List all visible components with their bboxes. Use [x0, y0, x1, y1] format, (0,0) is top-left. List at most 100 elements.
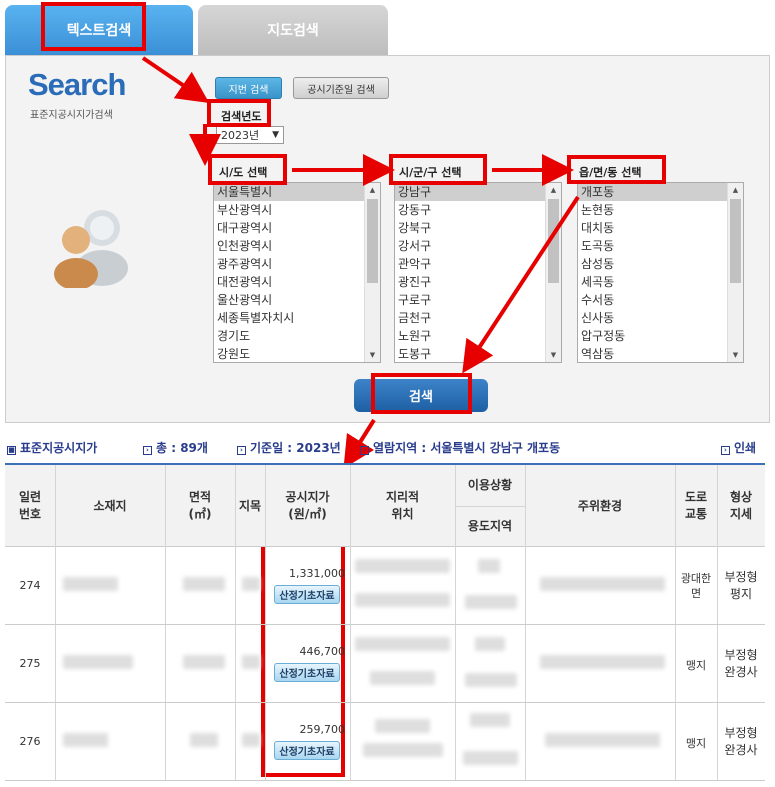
- blurred-geo: [355, 637, 450, 651]
- scroll-thumb[interactable]: [367, 199, 378, 283]
- list-item[interactable]: 광진구: [395, 273, 561, 291]
- year-select-value: 2023년: [221, 129, 260, 142]
- header-shape-line1: 형상: [729, 490, 753, 504]
- cell-shape-line1: 부정형: [724, 570, 758, 584]
- calc-basis-button[interactable]: 산정기초자료: [274, 741, 340, 760]
- list-item[interactable]: 울산광역시: [214, 291, 380, 309]
- blurred-use-zone: [463, 751, 518, 765]
- person-illustration-icon: [54, 210, 128, 288]
- table-row: 276 259,700 산정기초자료 맹지 부정형 완경사: [5, 703, 765, 781]
- header-use-status: 이용상황: [467, 478, 513, 492]
- list-item[interactable]: 논현동: [578, 201, 743, 219]
- list-item[interactable]: 강서구: [395, 237, 561, 255]
- blurred-location: [63, 733, 108, 747]
- list-item[interactable]: 역삼동: [578, 345, 743, 362]
- scroll-thumb[interactable]: [548, 199, 559, 283]
- info-base-date: › 기준일 : 2023년: [237, 439, 341, 456]
- calc-basis-button[interactable]: 산정기초자료: [274, 663, 340, 682]
- header-use-zone: 용도지역: [467, 519, 513, 533]
- blurred-surroundings: [540, 655, 665, 669]
- scroll-up-icon[interactable]: ▲: [365, 183, 380, 197]
- scroll-up-icon[interactable]: ▲: [728, 183, 743, 197]
- sigungu-listbox[interactable]: 강남구 강동구 강북구 강서구 관악구 광진구 구로구 금천구 노원구 도봉구 …: [394, 182, 562, 363]
- list-item[interactable]: 개포동: [578, 183, 743, 201]
- list-item[interactable]: 서울특별시: [214, 183, 380, 201]
- scroll-down-icon[interactable]: ▼: [728, 348, 743, 362]
- list-item[interactable]: 삼성동: [578, 255, 743, 273]
- blurred-category: [242, 577, 260, 591]
- cell-serial: 274: [19, 579, 41, 592]
- list-item[interactable]: 대구광역시: [214, 219, 380, 237]
- cell-road-line2: 면: [690, 587, 702, 600]
- search-logo-subtitle: 표준지공시지가검색: [30, 110, 113, 121]
- cell-road: 맹지: [685, 737, 707, 750]
- scroll-thumb[interactable]: [730, 199, 741, 283]
- list-item[interactable]: 세곡동: [578, 273, 743, 291]
- header-location: 소재지: [93, 498, 127, 513]
- list-item[interactable]: 구로구: [395, 291, 561, 309]
- list-item[interactable]: 수서동: [578, 291, 743, 309]
- lot-number-search-button[interactable]: 지번 검색: [215, 77, 282, 99]
- sido-scrollbar[interactable]: ▲ ▼: [364, 183, 380, 362]
- print-link-text[interactable]: 인쇄: [734, 441, 756, 455]
- list-item[interactable]: 세종특별자치시: [214, 309, 380, 327]
- print-link[interactable]: › 인쇄: [721, 439, 756, 456]
- blurred-surroundings: [540, 577, 665, 591]
- list-item[interactable]: 광주광역시: [214, 255, 380, 273]
- list-item[interactable]: 신사동: [578, 309, 743, 327]
- cell-road: 광대한 면: [675, 571, 717, 601]
- list-item[interactable]: 부산광역시: [214, 201, 380, 219]
- tab-map-search[interactable]: 지도검색: [198, 5, 388, 55]
- scroll-down-icon[interactable]: ▼: [546, 348, 561, 362]
- header-area-line2: (㎡): [188, 507, 212, 521]
- list-item[interactable]: 강동구: [395, 201, 561, 219]
- list-item[interactable]: 강남구: [395, 183, 561, 201]
- header-road-line1: 도로: [684, 490, 708, 504]
- blurred-use-zone: [465, 595, 517, 609]
- list-item[interactable]: 도봉구: [395, 345, 561, 362]
- blurred-area: [190, 733, 218, 747]
- blurred-area: [183, 655, 225, 669]
- blurred-use-status: [478, 559, 500, 573]
- sido-listbox[interactable]: 서울특별시 부산광역시 대구광역시 인천광역시 광주광역시 대전광역시 울산광역…: [213, 182, 381, 363]
- header-geo-line1: 지리적: [385, 490, 420, 504]
- calc-basis-button[interactable]: 산정기초자료: [274, 585, 340, 604]
- blurred-category: [242, 655, 260, 669]
- blurred-use-status: [475, 637, 505, 651]
- list-item[interactable]: 경기도: [214, 327, 380, 345]
- list-item[interactable]: 인천광역시: [214, 237, 380, 255]
- square-arrow-icon: ›: [360, 446, 369, 455]
- scroll-down-icon[interactable]: ▼: [365, 348, 380, 362]
- list-item[interactable]: 강원도: [214, 345, 380, 362]
- list-item[interactable]: 대치동: [578, 219, 743, 237]
- list-item[interactable]: 금천구: [395, 309, 561, 327]
- blurred-location: [63, 577, 118, 591]
- header-road-line2: 교통: [684, 507, 708, 521]
- scroll-up-icon[interactable]: ▲: [546, 183, 561, 197]
- cell-price: 446,700: [299, 645, 346, 658]
- header-divider: [455, 506, 525, 507]
- list-item[interactable]: 관악구: [395, 255, 561, 273]
- search-button[interactable]: 검색: [354, 379, 488, 412]
- year-select[interactable]: 2023년 ▼: [216, 126, 284, 144]
- blurred-category: [242, 733, 260, 747]
- base-date-search-button[interactable]: 공시기준일 검색: [293, 77, 389, 99]
- info-total: › 총 : 89개: [143, 439, 208, 456]
- dong-listbox[interactable]: 개포동 논현동 대치동 도곡동 삼성동 세곡동 수서동 신사동 압구정동 역삼동…: [577, 182, 744, 363]
- info-region: › 열람지역 : 서울특별시 강남구 개포동: [360, 439, 560, 456]
- header-geo: 지리적위치: [350, 465, 455, 547]
- tab-map-search-label: 지도검색: [267, 23, 319, 39]
- table-row: 274 1,331,000 산정기초자료 광대한 면 부정형 평지: [5, 547, 765, 625]
- result-info-bar: ■ 표준지공시지가 › 총 : 89개 › 기준일 : 2023년 › 열람지역 : 서…: [0, 437, 775, 457]
- cell-shape: 부정형 평지: [717, 569, 765, 603]
- tab-text-search[interactable]: 텍스트검색: [5, 5, 193, 55]
- cell-serial: 275: [19, 657, 41, 670]
- dong-scrollbar[interactable]: ▲ ▼: [727, 183, 743, 362]
- list-item[interactable]: 노원구: [395, 327, 561, 345]
- list-item[interactable]: 대전광역시: [214, 273, 380, 291]
- header-geo-line2: 위치: [391, 507, 414, 521]
- list-item[interactable]: 압구정동: [578, 327, 743, 345]
- sigungu-scrollbar[interactable]: ▲ ▼: [545, 183, 561, 362]
- list-item[interactable]: 강북구: [395, 219, 561, 237]
- list-item[interactable]: 도곡동: [578, 237, 743, 255]
